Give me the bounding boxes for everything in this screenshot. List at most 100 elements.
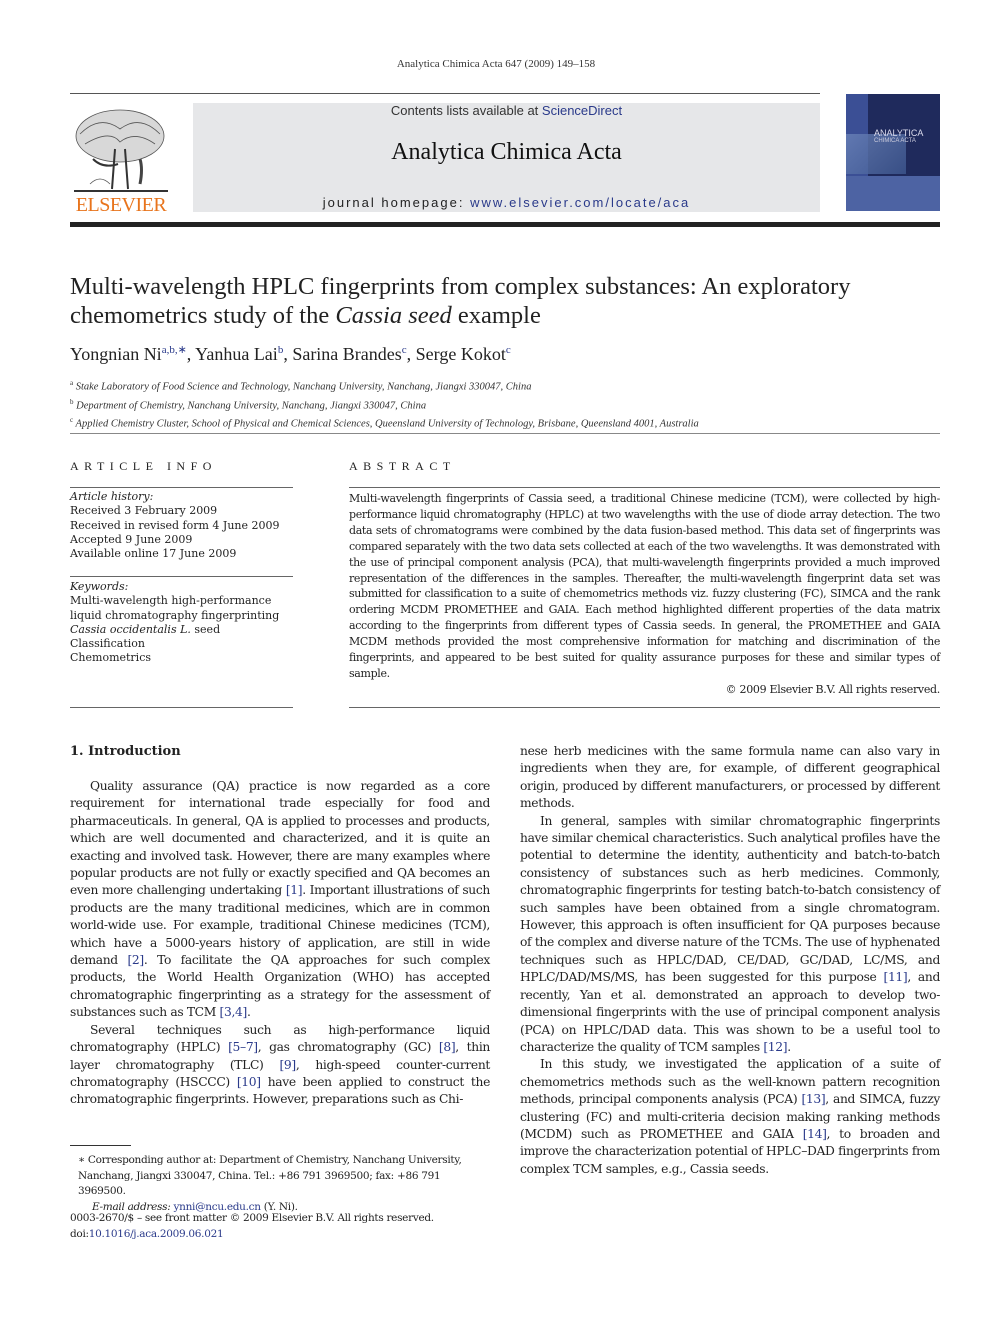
sciencedirect-link[interactable]: ScienceDirect	[542, 103, 622, 118]
citation-link[interactable]: [2]	[127, 953, 144, 967]
journal-cover-thumbnail[interactable]: ANALYTICA CHIMICA ACTA	[846, 94, 940, 211]
affiliation-text: Stake Laboratory of Food Science and Tec…	[73, 381, 532, 393]
keyword-text: Multi-wavelength high-performance liquid…	[70, 594, 280, 622]
citation-link[interactable]: [11]	[884, 970, 908, 984]
author-name[interactable]: Yanhua Lai	[195, 344, 278, 364]
author-list: Yongnian Nia,b,∗, Yanhua Laib, Sarina Br…	[70, 343, 511, 365]
history-list: Received 3 February 2009 Received in revi…	[70, 504, 293, 561]
elsevier-logo[interactable]: ELSEVIER	[70, 104, 172, 216]
keyword-italic: Cassia occidentalis L.	[70, 622, 191, 636]
body-paragraph: In this study, we investigated the appli…	[520, 1056, 940, 1178]
journal-homepage-link[interactable]: www.elsevier.com/locate/aca	[470, 195, 690, 210]
author-name[interactable]: Sarina Brandes	[292, 344, 401, 364]
author-affiliation-mark[interactable]: a,b,∗	[162, 344, 187, 356]
body-text: .	[246, 1005, 251, 1020]
doi-prefix: doi:	[70, 1227, 89, 1240]
title-part2: example	[451, 302, 541, 329]
author-separator: ,	[186, 344, 196, 364]
body-paragraph: Several techniques such as high-performa…	[70, 1022, 490, 1109]
keyword-item: Chemometrics	[70, 651, 293, 665]
info-rule	[70, 707, 293, 708]
history-item: Accepted 9 June 2009	[70, 532, 193, 546]
body-text: In general, samples with similar chromat…	[520, 813, 940, 985]
info-rule	[70, 576, 293, 577]
citation-link[interactable]: [1]	[286, 883, 303, 897]
cover-subtitle: CHIMICA ACTA	[874, 138, 916, 144]
running-head: Analytica Chimica Acta 647 (2009) 149–15…	[396, 58, 596, 70]
body-text: nese herb medicines with the same formul…	[520, 744, 940, 811]
footnote-mark: ∗	[78, 1154, 85, 1166]
tree-icon	[74, 109, 168, 192]
top-rule	[70, 93, 820, 94]
elsevier-wordmark: ELSEVIER	[75, 194, 167, 216]
body-paragraph: Quality assurance (QA) practice is now r…	[70, 778, 490, 1022]
affiliation-item: a Stake Laboratory of Food Science and T…	[70, 376, 699, 395]
info-rule	[70, 487, 293, 488]
history-item: Received 3 February 2009	[70, 504, 218, 518]
keywords-list: Multi-wavelength high-performance liquid…	[70, 594, 293, 665]
keyword-text: Chemometrics	[70, 651, 152, 665]
doi-line: doi:10.1016/j.aca.2009.06.021	[70, 1227, 490, 1243]
keyword-text: seed	[190, 622, 221, 636]
author-separator: ,	[283, 344, 293, 364]
body-paragraph: In general, samples with similar chromat…	[520, 813, 940, 1057]
body-paragraph: nese herb medicines with the same formul…	[520, 743, 940, 813]
article-info-heading: ARTICLE INFO	[70, 459, 217, 473]
affiliation-item: b Department of Chemistry, Nanchang Univ…	[70, 395, 699, 414]
keyword-text: Classification	[70, 637, 146, 651]
doi-link[interactable]: 10.1016/j.aca.2009.06.021	[89, 1228, 224, 1240]
section-heading-introduction: 1. Introduction	[70, 744, 181, 759]
contents-line: Contents lists available at ScienceDirec…	[193, 103, 820, 118]
corresponding-author-footnote: ∗ Corresponding author at: Department of…	[70, 1153, 490, 1215]
abstract-copyright: © 2009 Elsevier B.V. All rights reserved…	[725, 683, 941, 696]
affiliation-text: Applied Chemistry Cluster, School of Phy…	[73, 418, 699, 430]
article-history: Article history: Received 3 February 200…	[70, 490, 293, 561]
issn-line: 0003-2670/$ – see front matter © 2009 El…	[70, 1212, 434, 1224]
citation-link[interactable]: [13]	[801, 1092, 825, 1106]
keyword-item: Multi-wavelength high-performance liquid…	[70, 594, 293, 623]
footnote-line: ∗ Corresponding author at: Department of…	[70, 1153, 490, 1200]
abstract-rule	[349, 707, 940, 708]
front-matter: 0003-2670/$ – see front matter © 2009 El…	[70, 1211, 490, 1242]
history-label: Article history:	[70, 490, 154, 503]
abstract-text: Multi-wavelength fingerprints of Cassia …	[349, 492, 940, 680]
history-item: Available online 17 June 2009	[70, 547, 237, 561]
keywords: Keywords: Multi-wavelength high-performa…	[70, 580, 293, 666]
body-text: Quality assurance (QA) practice is now r…	[70, 779, 490, 898]
cover-title: ANALYTICA	[874, 128, 924, 138]
abstract-heading: ABSTRACT	[349, 459, 456, 473]
citation-link[interactable]: [3,4]	[220, 1005, 248, 1019]
article-title: Multi-wavelength HPLC fingerprints from …	[70, 272, 940, 330]
citation-link[interactable]: [14]	[803, 1127, 827, 1141]
affiliations: a Stake Laboratory of Food Science and T…	[70, 376, 699, 432]
citation-link[interactable]: [10]	[237, 1075, 261, 1089]
journal-name: Analytica Chimica Acta	[391, 139, 622, 165]
citation-link[interactable]: [9]	[279, 1058, 296, 1072]
author-name[interactable]: Yongnian Ni	[70, 344, 162, 364]
homepage-line: journal homepage: www.elsevier.com/locat…	[193, 195, 820, 210]
author-affiliation-mark[interactable]: c	[506, 344, 511, 356]
author-name[interactable]: Serge Kokot	[416, 344, 506, 364]
body-column-left: Quality assurance (QA) practice is now r…	[70, 778, 490, 1109]
affiliation-item: c Applied Chemistry Cluster, School of P…	[70, 413, 699, 432]
journal-banner: Contents lists available at ScienceDirec…	[193, 103, 820, 212]
abstract-rule	[349, 487, 940, 488]
body-column-right: nese herb medicines with the same formul…	[520, 743, 940, 1178]
history-item: Received in revised form 4 June 2009	[70, 518, 280, 532]
affiliation-rule	[70, 433, 940, 434]
affiliation-text: Department of Chemistry, Nanchang Univer…	[73, 400, 427, 411]
title-italic: Cassia seed	[335, 302, 452, 329]
header-thick-rule	[70, 222, 940, 227]
contents-prefix: Contents lists available at	[390, 103, 542, 118]
keywords-label: Keywords:	[70, 580, 129, 593]
citation-link[interactable]: [12]	[763, 1040, 787, 1054]
keyword-item: Cassia occidentalis L. seed	[70, 623, 293, 637]
body-text: .	[787, 1039, 791, 1054]
cover-lower-panel	[846, 176, 940, 211]
homepage-prefix: journal homepage:	[322, 195, 471, 210]
author-separator: ,	[406, 344, 416, 364]
citation-link[interactable]: [8]	[439, 1040, 456, 1054]
keyword-item: Classification	[70, 637, 293, 651]
citation-link[interactable]: [5–7]	[228, 1040, 258, 1054]
footnote-text: Corresponding author at: Department of C…	[78, 1154, 462, 1197]
